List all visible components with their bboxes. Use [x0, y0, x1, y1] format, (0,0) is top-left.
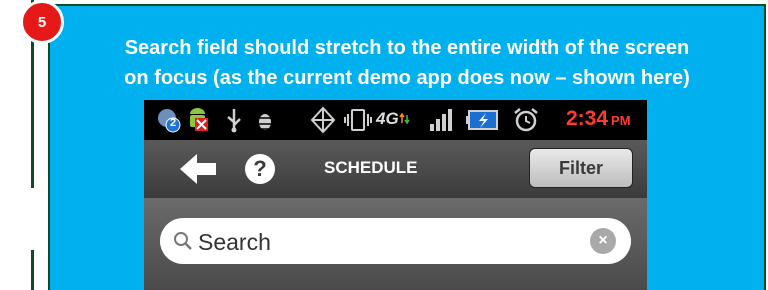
action-bar: ? SCHEDULE Filter — [144, 140, 647, 198]
back-arrow-icon[interactable] — [178, 152, 218, 191]
debug-icon — [254, 106, 276, 134]
signal-icon — [428, 106, 456, 134]
sync-icon — [310, 106, 336, 134]
magnifier-icon — [173, 231, 193, 256]
phone-screenshot: 2 4G 2:34 PM ? SCHEDULE Filter Search × — [144, 100, 647, 290]
notification-count-icon: 2 — [156, 106, 182, 134]
status-bar: 2 4G 2:34 PM — [144, 100, 647, 140]
clear-icon[interactable]: × — [590, 228, 616, 254]
clock-ampm: PM — [611, 113, 631, 128]
screen-title: SCHEDULE — [324, 158, 418, 177]
clock: 2:34 PM — [566, 107, 631, 131]
search-input[interactable] — [196, 224, 580, 260]
4g-icon: 4G — [376, 105, 411, 133]
notification-count: 2 — [170, 117, 177, 129]
help-icon[interactable]: ? — [245, 154, 275, 184]
android-error-icon — [184, 106, 212, 134]
vibrate-icon — [344, 106, 372, 134]
search-field[interactable]: × — [160, 218, 631, 264]
left-border-bottom — [0, 250, 34, 290]
battery-charging-icon — [466, 106, 502, 134]
caption-line-2: on focus (as the current demo app does n… — [124, 67, 690, 89]
network-label: 4G — [376, 109, 399, 128]
usb-icon — [224, 106, 244, 134]
search-bar: × — [144, 198, 647, 290]
slide-caption: Search field should stretch to the entir… — [48, 33, 766, 93]
filter-button[interactable]: Filter — [529, 148, 633, 188]
clock-time: 2:34 — [566, 107, 609, 130]
alarm-icon — [512, 106, 540, 134]
caption-line-1: Search field should stretch to the entir… — [124, 37, 690, 59]
